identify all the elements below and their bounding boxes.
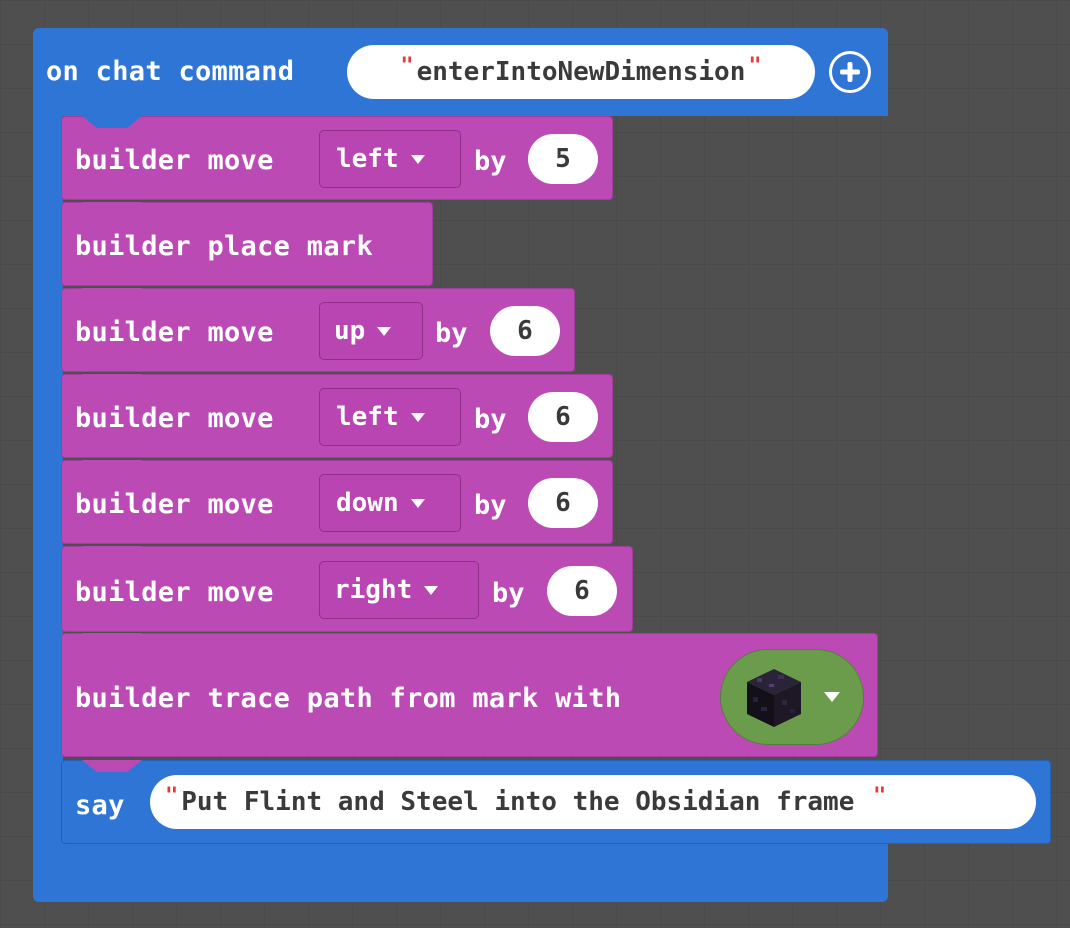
- builder-move-block[interactable]: builder move right by 6: [61, 546, 633, 632]
- direction-value: left: [336, 144, 399, 174]
- block-notch: [82, 288, 142, 300]
- chevron-down-icon: [424, 585, 439, 595]
- amount-input[interactable]: 5: [528, 134, 598, 184]
- builder-move-label: builder move: [75, 577, 274, 608]
- command-value: enterIntoNewDimension: [416, 57, 746, 87]
- builder-move-block[interactable]: builder move left by 5: [61, 116, 613, 200]
- builder-move-label: builder move: [75, 489, 274, 520]
- direction-dropdown[interactable]: left: [319, 130, 461, 188]
- command-text-field[interactable]: " enterIntoNewDimension ": [347, 45, 815, 99]
- direction-value: right: [334, 575, 413, 605]
- builder-trace-path-block[interactable]: builder trace path from mark with: [61, 633, 878, 757]
- say-block[interactable]: say " Put Flint and Steel into the Obsid…: [61, 760, 1051, 844]
- chevron-down-icon: [410, 154, 425, 164]
- by-label: by: [474, 146, 507, 177]
- direction-dropdown[interactable]: left: [319, 388, 461, 446]
- direction-dropdown[interactable]: right: [319, 561, 479, 619]
- direction-value: down: [336, 488, 399, 518]
- say-text-field[interactable]: " Put Flint and Steel into the Obsidian …: [150, 775, 1036, 829]
- builder-move-label: builder move: [75, 317, 274, 348]
- block-notch: [82, 202, 142, 214]
- block-notch: [82, 760, 142, 772]
- block-notch: [82, 116, 142, 128]
- block-notch: [82, 546, 142, 558]
- add-parameter-plus-icon[interactable]: [829, 51, 871, 93]
- block-notch: [82, 374, 142, 386]
- amount-input[interactable]: 6: [528, 392, 598, 442]
- by-label: by: [435, 318, 468, 349]
- builder-move-label: builder move: [75, 403, 274, 434]
- event-block-footer: [33, 842, 888, 902]
- direction-dropdown[interactable]: down: [319, 474, 461, 532]
- amount-input[interactable]: 6: [528, 478, 598, 528]
- close-quote: ": [748, 53, 762, 79]
- builder-move-block[interactable]: builder move down by 6: [61, 460, 613, 544]
- builder-move-block[interactable]: builder move left by 6: [61, 374, 613, 458]
- say-label: say: [75, 790, 125, 821]
- builder-place-mark-block[interactable]: builder place mark: [61, 202, 433, 286]
- close-quote: ": [873, 783, 887, 809]
- amount-input[interactable]: 6: [490, 306, 560, 356]
- say-text-value: Put Flint and Steel into the Obsidian fr…: [181, 787, 870, 817]
- by-label: by: [474, 490, 507, 521]
- by-label: by: [492, 578, 525, 609]
- block-notch: [82, 460, 142, 472]
- direction-value: up: [334, 316, 366, 346]
- direction-dropdown[interactable]: up: [319, 302, 423, 360]
- builder-trace-path-label: builder trace path from mark with: [75, 683, 622, 714]
- builder-move-label: builder move: [75, 145, 274, 176]
- open-quote: ": [400, 53, 414, 79]
- block-type-picker[interactable]: [720, 649, 864, 745]
- open-quote: ": [165, 783, 179, 809]
- builder-place-mark-label: builder place mark: [75, 231, 373, 262]
- by-label: by: [474, 404, 507, 435]
- event-block-spine: [33, 110, 63, 850]
- block-notch: [82, 633, 142, 645]
- chevron-down-icon: [410, 412, 425, 422]
- builder-move-block[interactable]: builder move up by 6: [61, 288, 575, 372]
- chevron-down-icon: [824, 692, 840, 702]
- direction-value: left: [336, 402, 399, 432]
- chevron-down-icon: [377, 326, 392, 336]
- obsidian-block-icon: [747, 669, 801, 727]
- event-label: on chat command: [46, 56, 295, 87]
- on-chat-command-block[interactable]: on chat command " enterIntoNewDimension …: [33, 28, 888, 116]
- chevron-down-icon: [410, 498, 425, 508]
- amount-input[interactable]: 6: [547, 566, 617, 616]
